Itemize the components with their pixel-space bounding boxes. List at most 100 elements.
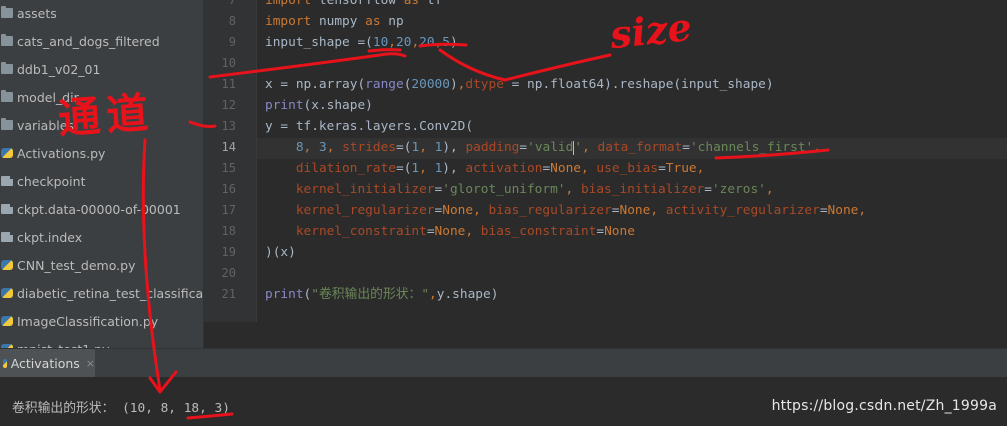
code-token: 8 [295,140,304,155]
project-tree-item[interactable]: diabetic_retina_test_classification [0,279,203,307]
code-token: , [565,182,581,197]
project-sidebar: assets cats_and_dogs_filtered ddb1_v02_01m… [0,0,204,348]
code-line[interactable]: )(x) [265,242,296,263]
code-token: dtype [465,77,504,92]
line-number: 8 [228,14,236,28]
code-line[interactable]: print("卷积输出的形状：",y.shape) [265,284,498,305]
watermark-text: https://blog.csdn.net/Zh_1999a [771,398,997,414]
code-token: , [696,161,705,176]
code-token: = [819,203,828,218]
project-tree-item[interactable]: CNN_test_demo.py [0,251,203,279]
code-token: ), [442,140,466,155]
project-tree-item[interactable]: mnist_test1.py [0,335,203,348]
code-token: None [434,224,466,239]
editor-empty-area [204,322,1007,348]
code-token: print [265,98,304,113]
code-token: = [596,224,605,239]
code-token: , [465,224,481,239]
project-tree-item[interactable]: ckpt.data-00000-of-00001 [0,195,203,223]
python-file-icon [1,288,13,298]
python-file-icon [1,148,13,158]
code-token: =( [396,161,412,176]
code-line[interactable]: kernel_constraint=None, bias_constraint=… [265,221,635,242]
code-line[interactable]: y = tf.keras.layers.Conv2D( [265,116,473,137]
code-token: activity_regularizer [665,203,820,218]
code-token: = [426,224,435,239]
line-number: 14 [221,140,236,154]
code-token: y = tf.keras.layers.Conv2D( [265,119,474,134]
code-token: bias_initializer [580,182,705,197]
code-token: , [419,140,435,155]
code-token: 5 [442,35,451,50]
project-tree-item[interactable]: cats_and_dogs_filtered [0,27,203,55]
project-tree-item[interactable]: ckpt.index [0,223,203,251]
code-token: =( [396,140,412,155]
code-token: y.shape) [436,287,499,302]
code-token: = np.float64).reshape(input_shape) [503,77,774,92]
code-token: as [403,0,420,8]
project-tree-item[interactable]: checkpoint [0,167,203,195]
code-token: = [682,140,690,155]
line-number: 9 [228,35,236,49]
run-tab-activations[interactable]: Activations × [0,349,95,377]
line-number: 18 [221,224,236,238]
close-icon[interactable]: × [86,357,95,370]
code-token: 10 [372,35,389,50]
code-token: 1 [411,161,420,176]
project-tree-item-label: Activations.py [17,145,106,161]
line-number: 7 [228,0,236,7]
python-file-icon [3,358,7,368]
line-number: 15 [221,161,236,175]
code-line[interactable]: x = np.array(range(20000),dtype = np.flo… [265,74,774,95]
project-tree-item-label: ckpt.index [17,229,83,245]
code-token: ' [574,140,583,155]
project-tree-item-label: diabetic_retina_test_classification [17,285,204,301]
line-number: 17 [221,203,236,217]
line-number: 10 [221,56,236,70]
code-token: numpy [311,14,366,29]
folder-icon [1,90,13,102]
code-token: strides [342,140,397,155]
code-token: activation [465,161,543,176]
project-tree-item-label: ckpt.data-00000-of-00001 [17,201,181,217]
run-tool-window-tabbar: Activations × [0,348,1007,378]
code-token: tensorflow [311,0,404,8]
code-line[interactable]: kernel_regularizer=None, bias_regularize… [265,200,866,221]
code-line[interactable]: print(x.shape) [265,95,373,116]
code-token: None [619,203,651,218]
code-token: = [658,161,666,176]
run-console[interactable]: 卷积输出的形状： (10, 8, 18, 3) https://blog.csd… [0,377,1007,426]
code-token: ) [449,77,458,92]
file-icon [1,204,13,214]
code-line[interactable]: kernel_initializer = 'glorot_uniform', bia… [265,179,774,200]
project-tree-item[interactable]: ImageClassification.py [0,307,203,335]
code-token: , [429,287,437,302]
code-token: True [665,161,697,176]
code-token: , [419,161,435,176]
code-token: , [858,203,867,218]
project-tree-item[interactable]: ddb1_v02_01 [0,55,203,83]
code-token: , [813,140,821,155]
code-line[interactable]: dilation_rate=(1, 1), activation=None, u… [265,158,705,179]
project-tree-item-label: checkpoint [17,173,86,189]
code-line[interactable]: 8, 3, strides=(1, 1), padding='valid', d… [265,137,821,158]
code-token: 20 [419,35,435,50]
project-tree-item-label: CNN_test_demo.py [17,257,136,273]
code-line[interactable]: import tensorflow as tf [265,0,442,11]
code-token: x = np.array( [265,77,366,92]
console-output-line: 卷积输出的形状： (10, 8, 18, 3) [12,401,230,416]
project-tree-item[interactable]: assets [0,0,203,27]
code-token: dilation_rate [295,161,396,176]
code-token: kernel_constraint [295,224,427,239]
python-file-icon [1,260,13,270]
code-token: import [265,0,312,8]
code-token: , [303,140,319,155]
code-token: 'valid [527,140,574,155]
file-icon [1,176,13,186]
code-token: padding [465,140,520,155]
code-line[interactable]: input_shape =(10,20,20,5) [265,32,458,53]
code-token: ), [442,161,466,176]
folder-icon [1,6,13,18]
project-tree-item-label: assets [17,5,57,21]
code-line[interactable]: import numpy as np [265,11,404,32]
